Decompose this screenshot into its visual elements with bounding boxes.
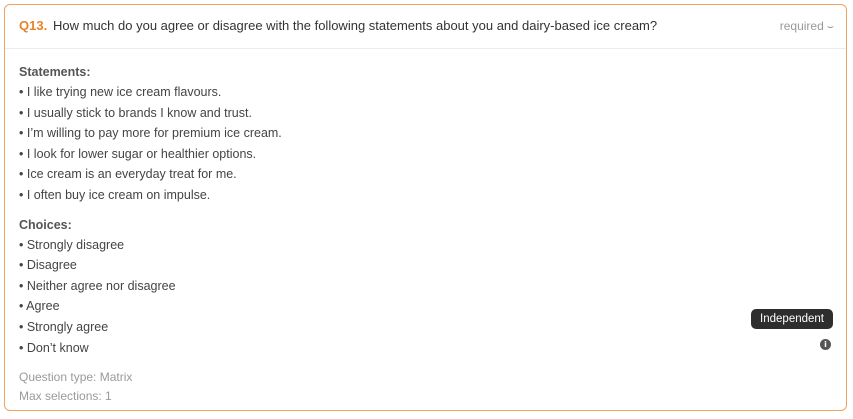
statement-item: • I’m willing to pay more for premium ic… (19, 126, 282, 141)
question-type: Question type: Matrix (19, 370, 133, 385)
statement-item: • I like trying new ice cream flavours. (19, 85, 222, 99)
max-selections: Max selections: 1 (19, 389, 112, 404)
statement-item: • I usually stick to brands I know and t… (19, 105, 252, 120)
statements-title: Statements: (19, 65, 91, 79)
chevron-down-icon: ⌣ (826, 21, 834, 33)
statement-item: • I look for lower sugar or healthier op… (19, 146, 257, 161)
choice-item: • Strongly agree (19, 319, 109, 334)
statement-item: • I often buy ice cream on impulse. (19, 187, 211, 202)
choices-title: Choices: (19, 217, 72, 232)
choice-item: • Don’t know (19, 340, 89, 355)
choice-item: • Strongly disagree (19, 237, 125, 252)
question-number: Q13. (19, 18, 48, 33)
required-toggle[interactable]: required ⌣ (780, 19, 834, 34)
choice-item: • Neither agree nor disagree (19, 278, 176, 293)
choices-list: • Strongly disagree • Disagree • Neither… (19, 235, 832, 359)
choice-item: • Agree (19, 299, 60, 314)
question-header: Q13. How much do you agree or disagree w… (5, 5, 846, 49)
choice-item: • Disagree (19, 258, 77, 273)
question-card: Q13. How much do you agree or disagree w… (4, 4, 847, 411)
info-icon[interactable]: i (820, 339, 831, 350)
statement-item: • Ice cream is an everyday treat for me. (19, 167, 237, 182)
question-text: How much do you agree or disagree with t… (53, 18, 658, 33)
statements-list: • I like trying new ice cream flavours. … (19, 82, 832, 206)
required-label: required (779, 19, 824, 33)
question-body: Statements: • I like trying new ice crea… (19, 62, 832, 406)
independent-tooltip: Independent (751, 309, 833, 329)
